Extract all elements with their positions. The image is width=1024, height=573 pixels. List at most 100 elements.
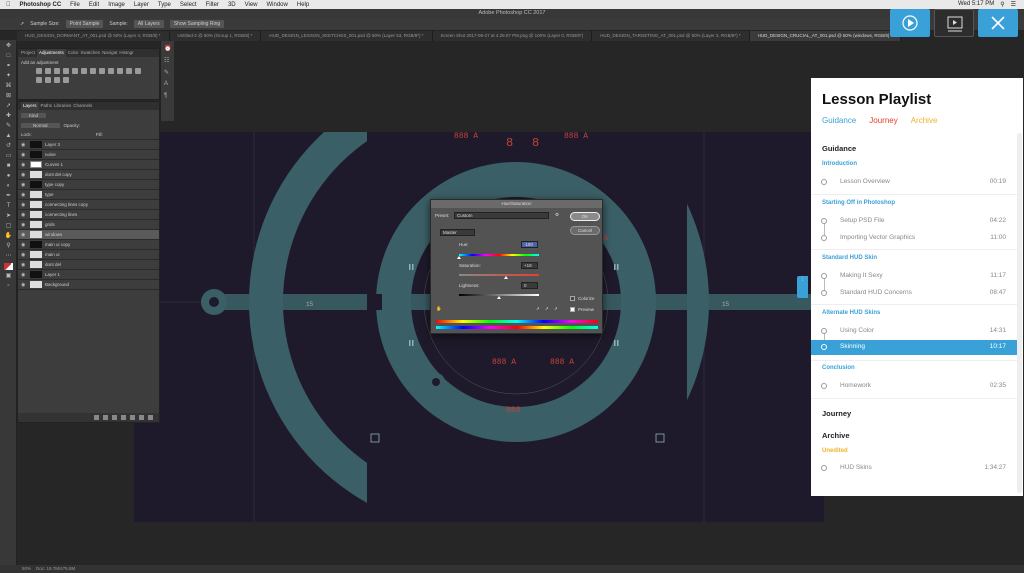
adjustment-icon[interactable]: [121, 415, 126, 420]
posterize-icon[interactable]: [36, 77, 42, 83]
tab-libraries[interactable]: Libraries: [54, 102, 71, 110]
path-select-icon[interactable]: ➤: [4, 213, 13, 220]
visibility-eye-icon[interactable]: ◉: [21, 222, 27, 228]
vibrance-icon[interactable]: [72, 68, 78, 74]
layer-row[interactable]: ◉ connecting lines: [18, 210, 159, 220]
tab-navigator[interactable]: Navigat: [102, 49, 117, 57]
show-sampling-ring-checkbox[interactable]: Show Sampling Ring: [169, 20, 225, 28]
doc-tab[interactable]: HUD_DESIGN_DORMANT_AT_001.psd @ 50% (Lay…: [17, 31, 170, 41]
lasso-tool-icon[interactable]: ⚭: [4, 63, 13, 70]
saturation-field[interactable]: +19: [521, 262, 538, 269]
lesson-item[interactable]: Homework 02:35: [811, 379, 1017, 394]
visibility-eye-icon[interactable]: ◉: [21, 232, 27, 238]
doc-tab[interactable]: HUD_DESIGN_LESSON_SKETCHES_001.psd @ 50%…: [261, 31, 433, 41]
brightness-icon[interactable]: [36, 68, 42, 74]
menu-layer[interactable]: Layer: [134, 2, 149, 8]
lesson-item[interactable]: Standard HUD Concerns 08:47: [811, 286, 1017, 301]
layer-row[interactable]: ◉ Layer 1: [18, 270, 159, 280]
quick-mask-icon[interactable]: ▣: [4, 273, 13, 280]
eraser-tool-icon[interactable]: ▭: [4, 153, 13, 160]
menu-window[interactable]: Window: [267, 2, 288, 8]
doc-tab[interactable]: HUD_DESIGN_TARGETING_AT_001.psd @ 50% (L…: [592, 31, 750, 41]
marquee-tool-icon[interactable]: □: [4, 53, 13, 60]
trash-icon[interactable]: [148, 415, 153, 420]
new-layer-icon[interactable]: [139, 415, 144, 420]
zoom-level[interactable]: 50%: [22, 566, 31, 571]
doc-tab[interactable]: Untitled-2 @ 50% (Group 1, RGB/8) *: [170, 31, 262, 41]
dodge-tool-icon[interactable]: ◐: [4, 183, 13, 190]
selective-color-icon[interactable]: [63, 77, 69, 83]
tab-adjustments[interactable]: Adjustments: [37, 49, 66, 57]
playlist-scrollbar[interactable]: [1017, 133, 1022, 493]
layer-row[interactable]: ◉ dont del: [18, 260, 159, 270]
apple-icon[interactable]: : [6, 2, 11, 8]
layer-row[interactable]: ◉ main ui copy: [18, 240, 159, 250]
history-brush-icon[interactable]: ↺: [4, 143, 13, 150]
menu-help[interactable]: Help: [297, 2, 309, 8]
move-tool-icon[interactable]: ✥: [4, 43, 13, 50]
menu-file[interactable]: File: [70, 2, 80, 8]
eyedropper-plus-icon[interactable]: ➚: [545, 306, 549, 312]
layer-row[interactable]: ◉ Layer 3: [18, 140, 159, 150]
lightness-field[interactable]: 0: [521, 282, 538, 289]
layer-row[interactable]: ◉ main ui: [18, 250, 159, 260]
folder-icon[interactable]: [130, 415, 135, 420]
slides-button[interactable]: [934, 9, 974, 37]
link-icon[interactable]: [94, 415, 99, 420]
more-tools-icon[interactable]: ⋯: [4, 253, 13, 260]
hue-slider-knob[interactable]: [457, 256, 461, 259]
tab-color[interactable]: Color: [68, 49, 79, 57]
frame-tool-icon[interactable]: ⊠: [4, 93, 13, 100]
menu-image[interactable]: Image: [108, 2, 125, 8]
visibility-eye-icon[interactable]: ◉: [21, 202, 27, 208]
saturation-slider-track[interactable]: [459, 274, 539, 276]
threshold-icon[interactable]: [45, 77, 51, 83]
hand-tool-icon[interactable]: ✋: [4, 233, 13, 240]
layer-kind-filter[interactable]: Kind: [21, 112, 47, 118]
eyedropper-icon[interactable]: ➚: [536, 306, 540, 312]
menu-select[interactable]: Select: [180, 2, 197, 8]
crop-tool-icon[interactable]: ⌘: [4, 83, 13, 90]
hue-field[interactable]: -180: [521, 241, 538, 248]
lesson-item[interactable]: HUD Skins 1:34:27: [811, 461, 1017, 476]
screen-mode-icon[interactable]: ▫: [4, 283, 13, 290]
visibility-eye-icon[interactable]: ◉: [21, 142, 27, 148]
channel-select[interactable]: Master: [440, 229, 475, 236]
tab-histogram[interactable]: Histogr: [119, 49, 133, 57]
exposure-icon[interactable]: [63, 68, 69, 74]
app-menu[interactable]: Photoshop CC: [20, 2, 62, 8]
saturation-slider-knob[interactable]: [504, 276, 509, 279]
layer-row[interactable]: ◉ connecting lines copy: [18, 200, 159, 210]
chapter-conclusion[interactable]: Conclusion: [822, 365, 855, 371]
eyedropper-icon[interactable]: ➚: [20, 21, 24, 27]
ok-button[interactable]: OK: [570, 212, 600, 221]
curves-icon[interactable]: [54, 68, 60, 74]
healing-tool-icon[interactable]: ✚: [4, 113, 13, 120]
visibility-eye-icon[interactable]: ◉: [21, 252, 27, 258]
tab-archive[interactable]: Archive: [911, 116, 938, 125]
play-button[interactable]: [890, 9, 930, 37]
section-journey[interactable]: Journey: [822, 409, 851, 418]
visibility-eye-icon[interactable]: ◉: [21, 172, 27, 178]
layer-row[interactable]: ◉ Curves 1: [18, 160, 159, 170]
blend-mode-select[interactable]: Normal: [21, 122, 60, 128]
gradient-map-icon[interactable]: [54, 77, 60, 83]
invert-icon[interactable]: [135, 68, 141, 74]
doc-tab-active[interactable]: HUD_DESIGN_CRUCIAL_AT_001.psd @ 50% (win…: [749, 31, 902, 41]
tab-paths[interactable]: Paths: [41, 102, 53, 110]
visibility-eye-icon[interactable]: ◉: [21, 212, 27, 218]
lesson-item[interactable]: Setup PSD File 04:22: [811, 214, 1017, 229]
visibility-eye-icon[interactable]: ◉: [21, 262, 27, 268]
zoom-tool-icon[interactable]: ⚲: [4, 243, 13, 250]
eyedropper-tool-icon[interactable]: ➚: [4, 103, 13, 110]
visibility-eye-icon[interactable]: ◉: [21, 162, 27, 168]
mask-icon[interactable]: [112, 415, 117, 420]
clock[interactable]: Wed 5:17 PM: [958, 1, 994, 8]
chapter-standard-hud[interactable]: Standard HUD Skin: [822, 255, 877, 261]
brushes-icon[interactable]: ✎: [164, 69, 172, 77]
hue-slider-track[interactable]: [459, 254, 539, 256]
paragraph-icon[interactable]: ¶: [164, 93, 172, 101]
layer-row[interactable]: ◉ windows: [18, 230, 159, 240]
chapter-unedited[interactable]: Unedited: [822, 448, 848, 454]
visibility-eye-icon[interactable]: ◉: [21, 282, 27, 288]
